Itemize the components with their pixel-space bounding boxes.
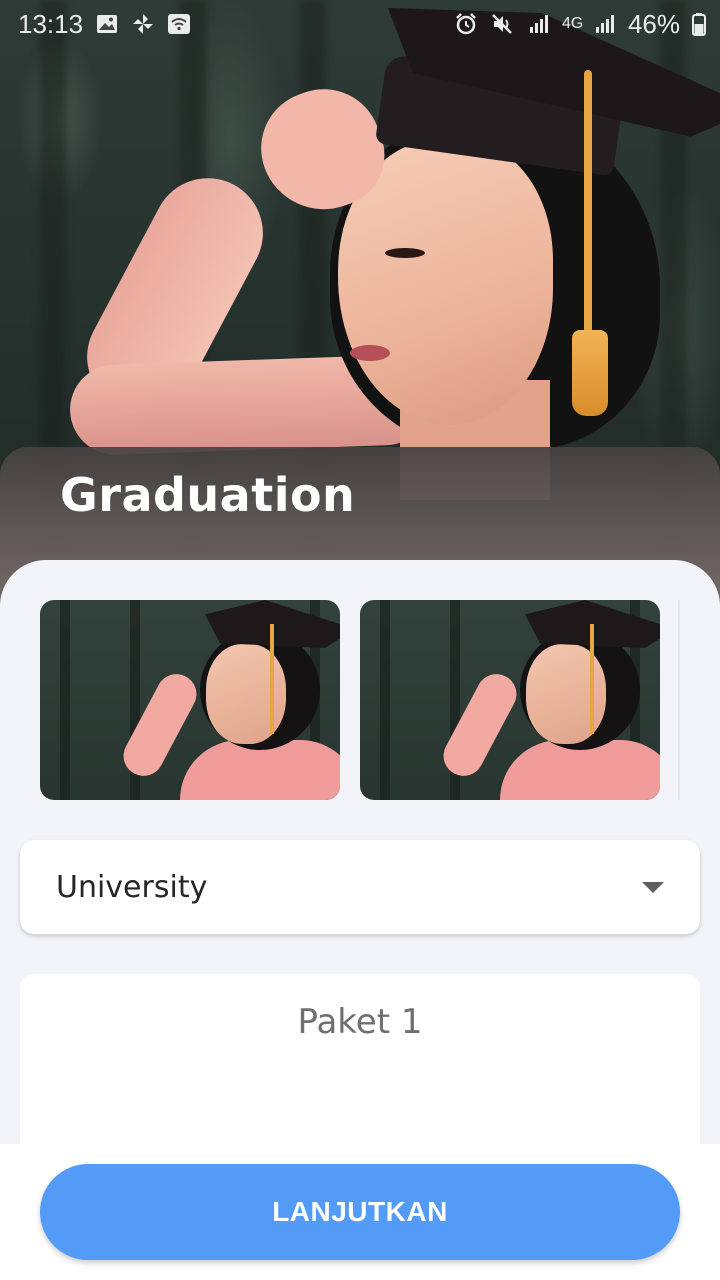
- battery-percent: 46%: [627, 8, 680, 39]
- dropdown-selected-value: University: [56, 869, 208, 905]
- status-bar: 13:13 4G 46%: [0, 0, 720, 48]
- alarm-icon: [456, 13, 476, 35]
- gallery-thumbnail[interactable]: [360, 600, 660, 800]
- continue-button-label: LANJUTKAN: [272, 1196, 448, 1227]
- gallery-carousel[interactable]: [40, 600, 700, 800]
- image-icon: [97, 15, 118, 33]
- status-time: 13:13: [18, 8, 84, 39]
- network-type: 4G: [561, 15, 584, 32]
- continue-button[interactable]: LANJUTKAN: [40, 1164, 680, 1260]
- signal-icon: [529, 15, 548, 33]
- mute-icon: [492, 14, 512, 34]
- category-dropdown[interactable]: University: [20, 840, 700, 934]
- dropdown-arrow-icon[interactable]: [642, 881, 664, 893]
- page-title: Graduation: [60, 468, 356, 522]
- gallery-thumbnail[interactable]: [40, 600, 340, 800]
- signal-icon: [595, 15, 614, 33]
- battery-icon: [692, 13, 706, 36]
- pinwheel-icon: [133, 14, 154, 34]
- package-title: Paket 1: [297, 1002, 423, 1042]
- carousel-edge: [678, 600, 680, 800]
- wifi-icon: [168, 14, 191, 34]
